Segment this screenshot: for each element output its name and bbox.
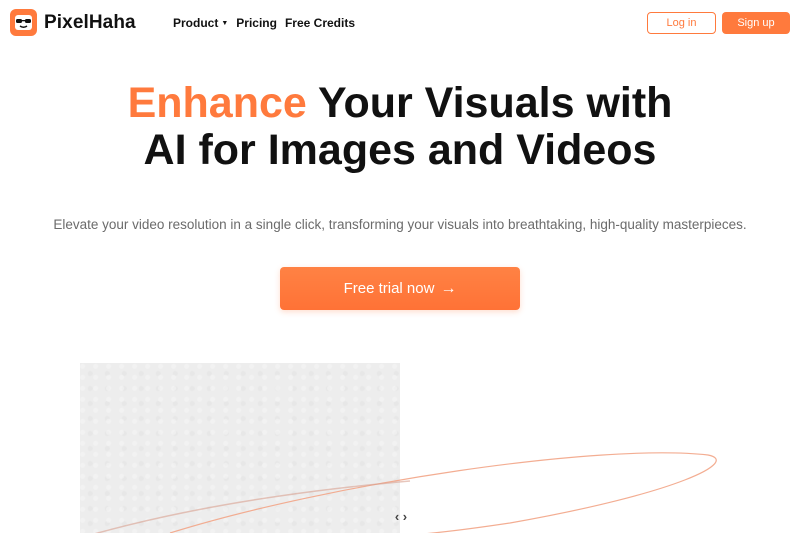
- cta-label: Free trial now: [343, 280, 435, 297]
- hero-title-line1: Your Visuals with: [306, 79, 673, 127]
- caret-down-icon: ▼: [221, 20, 229, 27]
- signup-button[interactable]: Sign up: [722, 12, 790, 34]
- top-nav-bar: PixelHaha Product ▼ Pricing Free Credits…: [0, 0, 800, 46]
- hero-title: Enhance Your Visuals with AI for Images …: [0, 80, 800, 174]
- hero-title-accent: Enhance: [127, 79, 307, 127]
- nav-item-free-credits[interactable]: Free Credits: [285, 16, 355, 30]
- login-button[interactable]: Log in: [647, 12, 716, 34]
- before-after-comparison: ‹ ›: [80, 363, 720, 533]
- nav-item-label: Pricing: [236, 16, 277, 30]
- nav-item-label: Product: [173, 16, 219, 30]
- nav-item-pricing[interactable]: Pricing: [236, 16, 277, 30]
- brand-logo[interactable]: PixelHaha: [10, 9, 136, 36]
- brand-name: PixelHaha: [44, 11, 136, 33]
- main-nav: Product ▼ Pricing Free Credits: [173, 16, 363, 30]
- hero-subtitle: Elevate your video resolution in a singl…: [53, 217, 747, 232]
- nav-item-product[interactable]: Product ▼: [173, 16, 228, 30]
- arrow-right-icon: →: [440, 279, 457, 297]
- chevrons-left-right-icon[interactable]: ‹ ›: [388, 505, 414, 527]
- nav-item-label: Free Credits: [284, 16, 355, 30]
- free-trial-button[interactable]: Free trial now →: [280, 267, 520, 310]
- hero-title-line2: AI for Images and Videos: [143, 126, 657, 174]
- sunglasses-face-icon: [10, 9, 37, 36]
